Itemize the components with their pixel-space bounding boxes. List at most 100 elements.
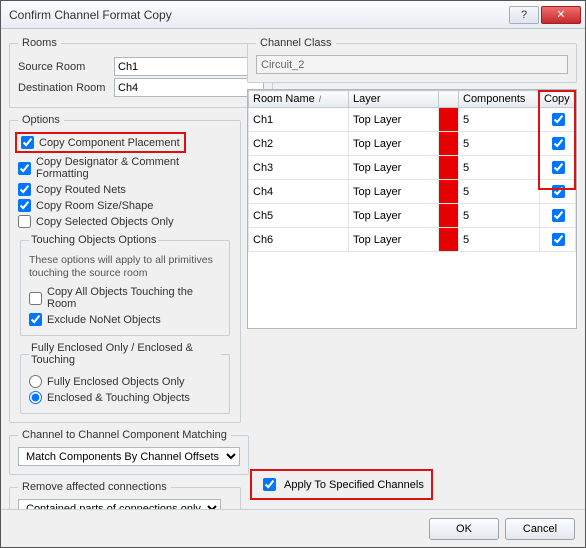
close-icon: ✕ <box>556 8 565 21</box>
cell-color <box>439 204 459 228</box>
col-layer[interactable]: Layer <box>349 91 439 108</box>
cell-room: Ch5 <box>249 204 349 228</box>
cell-layer: Top Layer <box>349 204 439 228</box>
copy-selected-only-checkbox[interactable] <box>18 215 31 228</box>
window-title: Confirm Channel Format Copy <box>9 8 172 22</box>
channel-table-wrap: Room Name/ Layer Components Copy Ch1Top … <box>247 89 577 329</box>
row-copy-checkbox[interactable] <box>552 185 565 198</box>
dialog-window: Confirm Channel Format Copy ? ✕ Rooms So… <box>0 0 586 548</box>
apply-box: Apply To Specified Channels <box>253 472 430 497</box>
remove-group: Remove affected connections Contained pa… <box>9 481 241 509</box>
col-components[interactable]: Components <box>459 91 540 108</box>
col-copy[interactable]: Copy <box>540 91 576 108</box>
table-row[interactable]: Ch2Top Layer 5 <box>249 132 576 156</box>
cell-color <box>439 156 459 180</box>
cancel-button[interactable]: Cancel <box>505 518 575 540</box>
fully-enclosed-radio[interactable] <box>29 375 42 388</box>
cell-components: 5 <box>459 180 540 204</box>
touching-legend: Touching Objects Options <box>29 234 158 246</box>
help-icon: ? <box>521 9 527 21</box>
dialog-footer: OK Cancel <box>1 509 585 547</box>
copy-designator-label: Copy Designator & Comment Formatting <box>36 156 232 180</box>
ok-button[interactable]: OK <box>429 518 499 540</box>
cell-color <box>439 132 459 156</box>
enclosed-group: Fully Enclosed Only / Enclosed & Touchin… <box>20 342 230 414</box>
table-row[interactable]: Ch6Top Layer5 <box>249 228 576 252</box>
table-row[interactable]: Ch1Top Layer 5 <box>249 108 576 132</box>
copy-room-size-label: Copy Room Size/Shape <box>36 200 153 212</box>
cell-copy <box>540 132 576 156</box>
table-body: Ch1Top Layer5Ch2Top Layer5Ch3Top Layer5C… <box>249 108 576 252</box>
channel-class-legend: Channel Class <box>256 37 336 49</box>
titlebar[interactable]: Confirm Channel Format Copy ? ✕ <box>1 1 585 29</box>
cell-layer: Top Layer <box>349 132 439 156</box>
cell-components: 5 <box>459 108 540 132</box>
matching-legend: Channel to Channel Component Matching <box>18 429 231 441</box>
row-copy-checkbox[interactable] <box>552 233 565 246</box>
copy-all-touching-label: Copy All Objects Touching the Room <box>47 286 221 310</box>
cell-copy <box>540 180 576 204</box>
channel-table: Room Name/ Layer Components Copy Ch1Top … <box>248 90 576 252</box>
row-copy-checkbox[interactable] <box>552 209 565 222</box>
cell-copy <box>540 156 576 180</box>
copy-component-placement-checkbox[interactable] <box>21 136 34 149</box>
copy-room-size-checkbox[interactable] <box>18 199 31 212</box>
table-row[interactable]: Ch4Top Layer 5 <box>249 180 576 204</box>
rooms-legend: Rooms <box>18 37 61 49</box>
options-group: Options Copy Component Placement Copy De… <box>9 114 241 423</box>
options-legend: Options <box>18 114 64 126</box>
copy-designator-checkbox[interactable] <box>18 162 31 175</box>
source-room-input[interactable] <box>114 57 264 76</box>
apply-area: Apply To Specified Channels <box>247 468 577 501</box>
table-row[interactable]: Ch5Top Layer5 <box>249 204 576 228</box>
matching-group: Channel to Channel Component Matching Ma… <box>9 429 249 475</box>
enclosed-touching-label: Enclosed & Touching Objects <box>47 392 190 404</box>
cell-room: Ch6 <box>249 228 349 252</box>
cell-copy <box>540 108 576 132</box>
channel-class-group: Channel Class <box>247 37 577 83</box>
cell-layer: Top Layer <box>349 108 439 132</box>
cell-layer: Top Layer <box>349 156 439 180</box>
matching-select[interactable]: Match Components By Channel Offsets <box>18 447 240 466</box>
dialog-body: Rooms Source Room Destination Room Optio… <box>1 29 585 509</box>
enclosed-legend: Fully Enclosed Only / Enclosed & Touchin… <box>29 342 221 366</box>
apply-checkbox[interactable] <box>263 478 276 491</box>
right-column: Channel Class Room Name/ Layer Component… <box>247 37 577 501</box>
copy-all-touching-checkbox[interactable] <box>29 292 42 305</box>
cell-room: Ch2 <box>249 132 349 156</box>
rooms-group: Rooms Source Room Destination Room <box>9 37 273 108</box>
copy-component-placement-label: Copy Component Placement <box>39 137 180 149</box>
cell-room: Ch4 <box>249 180 349 204</box>
close-button[interactable]: ✕ <box>541 6 581 24</box>
cell-color <box>439 108 459 132</box>
remove-legend: Remove affected connections <box>18 481 171 493</box>
table-row[interactable]: Ch3Top Layer5 <box>249 156 576 180</box>
cell-components: 5 <box>459 228 540 252</box>
source-room-label: Source Room <box>18 61 108 73</box>
row-copy-checkbox[interactable] <box>552 113 565 126</box>
row-copy-checkbox[interactable] <box>552 137 565 150</box>
cell-color <box>439 228 459 252</box>
channel-class-value <box>256 55 568 74</box>
sort-icon: / <box>319 94 322 104</box>
cell-layer: Top Layer <box>349 180 439 204</box>
row-copy-checkbox[interactable] <box>552 161 565 174</box>
dest-room-input[interactable] <box>114 78 264 97</box>
fully-enclosed-label: Fully Enclosed Objects Only <box>47 376 185 388</box>
col-color[interactable] <box>439 91 459 108</box>
col-room[interactable]: Room Name/ <box>249 91 349 108</box>
cell-room: Ch1 <box>249 108 349 132</box>
cell-color <box>439 180 459 204</box>
copy-routed-nets-label: Copy Routed Nets <box>36 184 126 196</box>
remove-select[interactable]: Contained parts of connections only <box>18 499 221 509</box>
help-button[interactable]: ? <box>509 6 539 24</box>
cell-copy <box>540 228 576 252</box>
exclude-nonet-checkbox[interactable] <box>29 313 42 326</box>
enclosed-touching-radio[interactable] <box>29 391 42 404</box>
exclude-nonet-label: Exclude NoNet Objects <box>47 314 161 326</box>
dest-room-label: Destination Room <box>18 82 108 94</box>
copy-routed-nets-checkbox[interactable] <box>18 183 31 196</box>
touching-desc: These options will apply to all primitiv… <box>29 254 221 280</box>
cell-components: 5 <box>459 132 540 156</box>
copy-selected-only-label: Copy Selected Objects Only <box>36 216 174 228</box>
